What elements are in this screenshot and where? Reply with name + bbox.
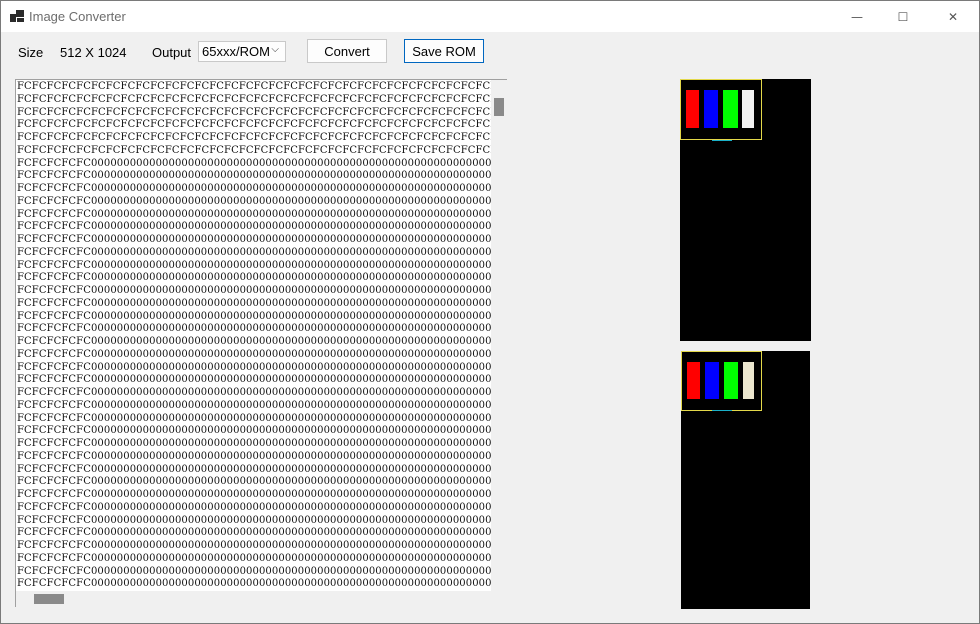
- hex-line: FCFCFCFCFC000000000000000000000000000000…: [17, 489, 491, 500]
- white-bar: [742, 90, 754, 128]
- hex-line: FCFCFCFCFC000000000000000000000000000000…: [17, 323, 491, 335]
- maximize-icon: ☐: [897, 9, 909, 24]
- red-bar: [687, 362, 700, 399]
- size-label: Size: [18, 45, 44, 60]
- hex-line: FCFCFCFCFC000000000000000000000000000000…: [17, 399, 491, 411]
- converted-image-preview: [681, 351, 810, 609]
- hex-line: FCFCFCFCFC000000000000000000000000000000…: [17, 463, 491, 475]
- hex-line: FCFCFCFCFC000000000000000000000000000000…: [17, 259, 491, 271]
- size-value: 512 X 1024: [60, 45, 127, 60]
- hex-line: FCFCFCFCFC000000000000000000000000000000…: [17, 412, 491, 424]
- output-label: Output: [152, 45, 192, 60]
- chevron-down-icon: ⌵: [271, 44, 279, 55]
- vertical-scrollbar[interactable]: [491, 80, 507, 592]
- hex-line: FCFCFCFCFC000000000000000000000000000000…: [17, 540, 491, 551]
- horizontal-scrollbar[interactable]: [16, 591, 492, 607]
- close-button[interactable]: ✕: [930, 1, 976, 32]
- toolbar: Size 512 X 1024 Output 65xxx/ROM ⌵ Conve…: [1, 32, 979, 72]
- cyan-marker: [712, 410, 732, 411]
- hex-line: FCFCFCFCFC000000000000000000000000000000…: [17, 272, 491, 284]
- hex-line: FCFCFCFCFCFCFCFCFCFCFCFCFCFCFCFCFCFCFCFC…: [17, 106, 491, 118]
- hex-line: FCFCFCFCFC000000000000000000000000000000…: [17, 425, 491, 437]
- green-bar: [724, 362, 738, 399]
- window-title: Image Converter: [29, 9, 126, 24]
- hex-lines: FCFCFCFCFCFCFCFCFCFCFCFCFCFCFCFCFCFCFCFC…: [17, 81, 491, 593]
- green-bar: [723, 90, 738, 128]
- output-format-select[interactable]: 65xxx/ROM ⌵: [198, 41, 286, 62]
- hex-line: FCFCFCFCFC000000000000000000000000000000…: [17, 476, 491, 488]
- hex-line: FCFCFCFCFC000000000000000000000000000000…: [17, 221, 491, 233]
- hex-line: FCFCFCFCFC000000000000000000000000000000…: [17, 195, 491, 207]
- image-converter-window: Image Converter — ☐ ✕ Size 512 X 1024 Ou…: [0, 0, 980, 624]
- hex-line: FCFCFCFCFC000000000000000000000000000000…: [17, 387, 491, 398]
- hex-line: FCFCFCFCFC000000000000000000000000000000…: [17, 450, 491, 462]
- hex-line: FCFCFCFCFC000000000000000000000000000000…: [17, 501, 491, 513]
- hex-line: FCFCFCFCFC000000000000000000000000000000…: [17, 157, 491, 169]
- hex-line: FCFCFCFCFC000000000000000000000000000000…: [17, 552, 491, 564]
- hex-line: FCFCFCFCFC000000000000000000000000000000…: [17, 361, 491, 373]
- title-bar[interactable]: Image Converter — ☐ ✕: [1, 1, 979, 32]
- save-rom-button[interactable]: Save ROM: [404, 39, 484, 63]
- hex-line: FCFCFCFCFC000000000000000000000000000000…: [17, 170, 491, 182]
- hex-line: FCFCFCFCFCFCFCFCFCFCFCFCFCFCFCFCFCFCFCFC…: [17, 93, 491, 105]
- red-bar: [686, 90, 699, 128]
- hex-line: FCFCFCFCFC000000000000000000000000000000…: [17, 374, 491, 386]
- minimize-icon: —: [851, 9, 863, 24]
- hex-line: FCFCFCFCFC000000000000000000000000000000…: [17, 234, 491, 245]
- hex-line: FCFCFCFCFC000000000000000000000000000000…: [17, 348, 491, 360]
- source-image-preview: [680, 79, 811, 341]
- hex-line: FCFCFCFCFC000000000000000000000000000000…: [17, 285, 491, 296]
- hex-line: FCFCFCFCFC000000000000000000000000000000…: [17, 297, 491, 309]
- maximize-button[interactable]: ☐: [880, 1, 926, 32]
- hex-line: FCFCFCFCFC000000000000000000000000000000…: [17, 310, 491, 322]
- hex-line: FCFCFCFCFCFCFCFCFCFCFCFCFCFCFCFCFCFCFCFC…: [17, 81, 491, 92]
- hex-line: FCFCFCFCFC000000000000000000000000000000…: [17, 514, 491, 526]
- hex-line: FCFCFCFCFCFCFCFCFCFCFCFCFCFCFCFCFCFCFCFC…: [17, 119, 491, 131]
- close-icon: ✕: [947, 9, 959, 24]
- hex-line: FCFCFCFCFC000000000000000000000000000000…: [17, 246, 491, 258]
- blue-bar: [705, 362, 719, 399]
- output-format-value: 65xxx/ROM: [202, 44, 270, 59]
- hex-output-textbox[interactable]: FCFCFCFCFCFCFCFCFCFCFCFCFCFCFCFCFCFCFCFC…: [15, 79, 507, 607]
- horizontal-scroll-thumb[interactable]: [34, 594, 64, 604]
- hex-line: FCFCFCFCFC000000000000000000000000000000…: [17, 336, 491, 347]
- hex-line: FCFCFCFCFCFCFCFCFCFCFCFCFCFCFCFCFCFCFCFC…: [17, 132, 491, 143]
- minimize-button[interactable]: —: [834, 1, 880, 32]
- hex-line: FCFCFCFCFC000000000000000000000000000000…: [17, 565, 491, 577]
- hex-line: FCFCFCFCFC000000000000000000000000000000…: [17, 578, 491, 590]
- hex-line: FCFCFCFCFC000000000000000000000000000000…: [17, 208, 491, 220]
- hex-line: FCFCFCFCFC000000000000000000000000000000…: [17, 438, 491, 449]
- cyan-marker: [712, 140, 732, 141]
- blue-bar: [704, 90, 718, 128]
- vertical-scroll-thumb[interactable]: [494, 98, 504, 116]
- convert-button[interactable]: Convert: [307, 39, 387, 63]
- hex-line: FCFCFCFCFCFCFCFCFCFCFCFCFCFCFCFCFCFCFCFC…: [17, 144, 491, 156]
- hex-line: FCFCFCFCFC000000000000000000000000000000…: [17, 527, 491, 539]
- cream-bar: [743, 362, 754, 399]
- hex-line: FCFCFCFCFC000000000000000000000000000000…: [17, 183, 491, 194]
- app-icon: [10, 10, 24, 22]
- scrollbar-corner: [491, 591, 507, 607]
